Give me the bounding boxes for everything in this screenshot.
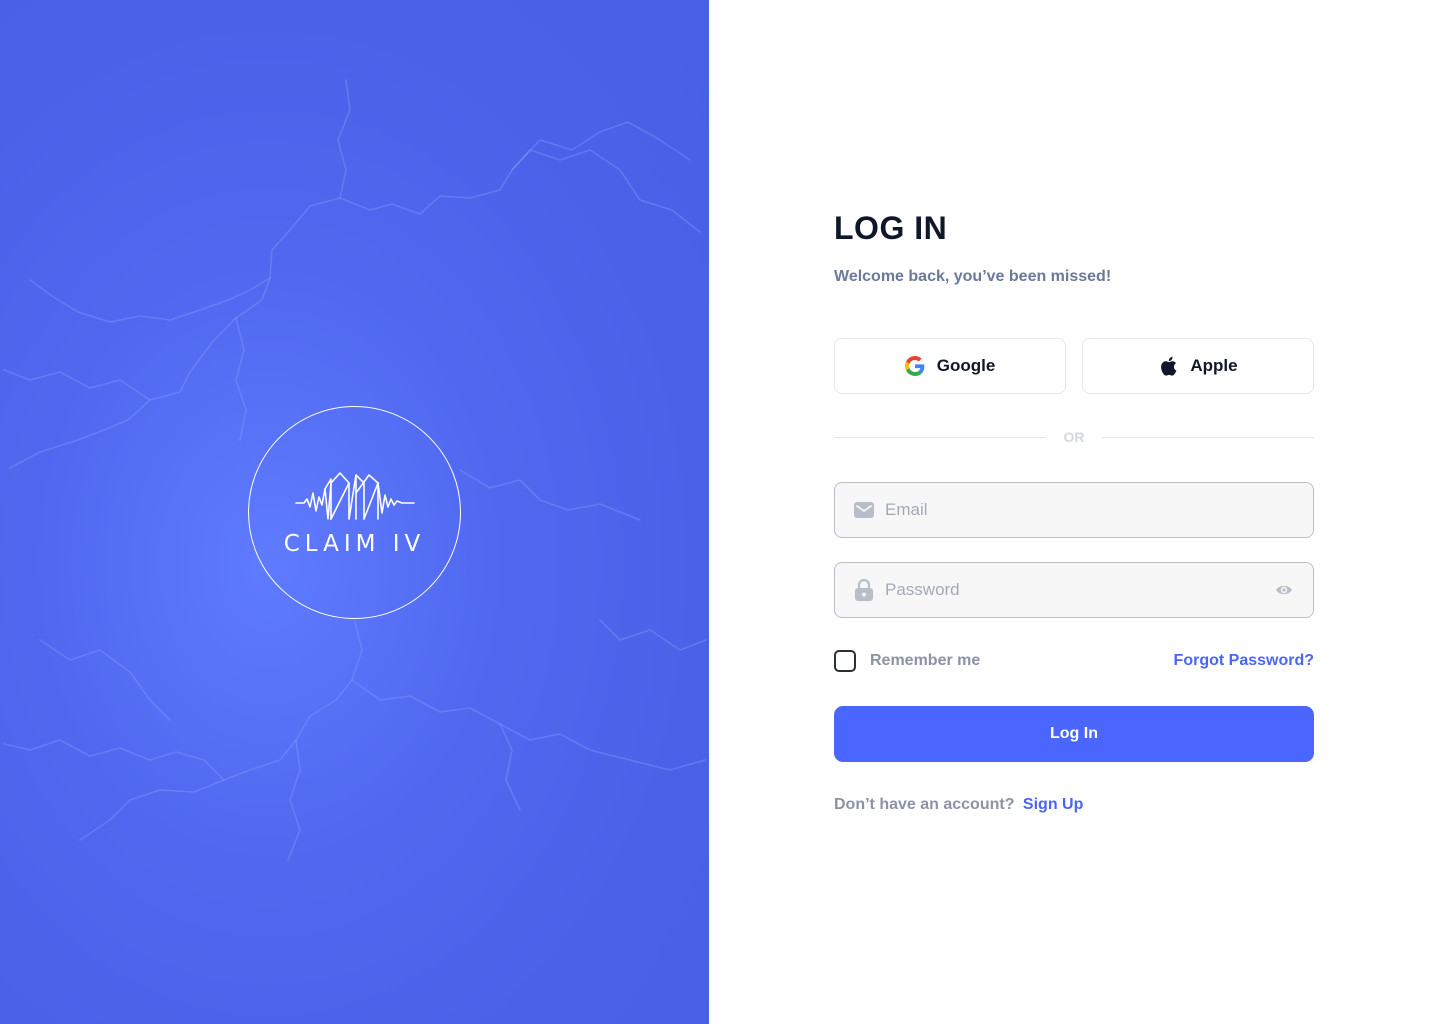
apple-login-button[interactable]: Apple [1082, 338, 1314, 394]
google-login-button[interactable]: Google [834, 338, 1066, 394]
password-field [834, 562, 1314, 618]
divider-line-right [1102, 437, 1314, 438]
or-divider: OR [834, 427, 1314, 449]
forgot-password-link[interactable]: Forgot Password? [1174, 652, 1314, 670]
apple-login-label: Apple [1190, 356, 1238, 375]
lock-icon [853, 579, 875, 601]
mail-icon [853, 499, 875, 521]
signup-row: Don’t have an account? Sign Up [834, 796, 1083, 814]
claim-iv-logo-icon [295, 472, 415, 520]
email-input[interactable] [885, 500, 1295, 520]
email-field [834, 482, 1314, 538]
login-button[interactable]: Log In [834, 706, 1314, 762]
page-title: LOG IN [834, 210, 948, 246]
brand-logo: CLAIM IV [248, 406, 461, 619]
google-login-label: Google [936, 356, 996, 375]
brand-panel: CLAIM IV [0, 0, 709, 1024]
brand-name: CLAIM IV [283, 531, 426, 557]
remember-me-checkbox[interactable] [834, 650, 856, 672]
google-icon [904, 356, 925, 376]
signup-prompt: Don’t have an account? [834, 796, 1015, 813]
page-subtitle: Welcome back, you’ve been missed! [834, 268, 1112, 285]
password-input[interactable] [885, 580, 1273, 600]
remember-me[interactable]: Remember me [834, 650, 980, 672]
remember-me-label: Remember me [870, 652, 981, 669]
apple-icon [1161, 356, 1177, 376]
signup-link[interactable]: Sign Up [1023, 796, 1083, 813]
eye-icon[interactable] [1273, 579, 1295, 601]
